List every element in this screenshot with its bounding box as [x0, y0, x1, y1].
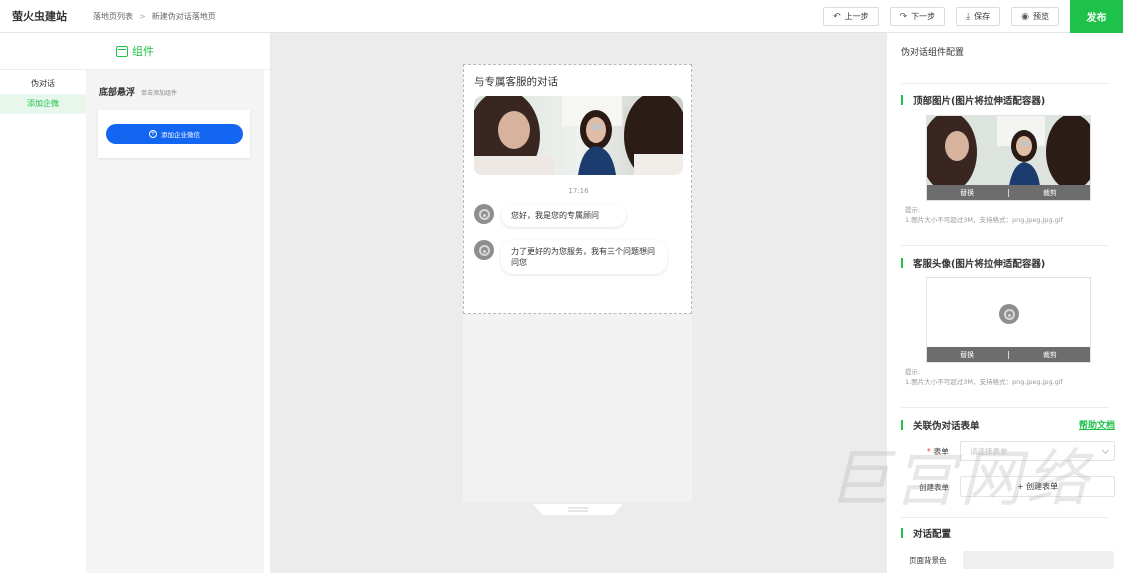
crop-avatar-button[interactable]: 裁剪 — [1010, 350, 1090, 360]
save-label: 保存 — [974, 12, 991, 21]
chat-message[interactable]: 力了更好的为您服务，我有三个问题想问问您 — [474, 240, 667, 274]
section-marker — [901, 258, 903, 268]
redo-label: 下一步 — [911, 12, 936, 21]
hint-title: 提示: — [905, 368, 921, 376]
crop-image-button[interactable]: 裁剪 — [1010, 188, 1090, 198]
divider — [901, 517, 1109, 518]
message-bubble: 您好，我是您的专属顾问 — [501, 204, 626, 227]
component-panel: 组件 伪对话 添加企微 底部悬浮 单击添加组件 + 添加企业微信 — [0, 33, 270, 573]
breadcrumb-item-list[interactable]: 落地页列表 — [93, 11, 133, 22]
bg-color-picker[interactable] — [963, 551, 1114, 569]
avatar-placeholder-icon — [478, 244, 490, 256]
image-actions-bar: 替换 | 裁剪 — [927, 347, 1090, 362]
form-label-text: 表单 — [933, 447, 949, 456]
category-list: 伪对话 添加企微 — [0, 70, 86, 573]
publish-button[interactable]: 发布 — [1070, 0, 1123, 33]
add-wecom-button[interactable]: + 添加企业微信 — [106, 124, 243, 144]
component-section-title: 底部悬浮 单击添加组件 — [99, 85, 264, 98]
divider — [901, 407, 1109, 408]
form-select-placeholder: 请选择表单 — [970, 446, 1008, 456]
undo-button[interactable]: ↶ 上一步 — [823, 7, 879, 26]
office-photo-image — [474, 96, 683, 175]
redo-button[interactable]: ↷ 下一步 — [889, 7, 946, 26]
section-title-top-image: 顶部图片(图片将拉伸适配容器) — [901, 93, 1045, 107]
avatar-placeholder-icon — [1003, 308, 1015, 320]
replace-image-button[interactable]: 替换 — [927, 188, 1007, 198]
section-subtitle: 单击添加组件 — [141, 90, 178, 97]
avatar-preview — [999, 304, 1019, 324]
form-select[interactable]: 请选择表单 — [960, 441, 1115, 461]
redo-icon: ↷ — [899, 11, 908, 22]
breadcrumb: 落地页列表 > 新建伪对话落地页 — [93, 11, 216, 22]
breadcrumb-separator: > — [139, 11, 146, 21]
download-icon: ⤓ — [966, 11, 971, 22]
agent-avatar — [474, 204, 494, 224]
breadcrumb-item-current: 新建伪对话落地页 — [151, 11, 216, 21]
eye-icon: ◉ — [1021, 11, 1029, 22]
top-image-hint: 提示: 1.图片大小不可超过3M，支持格式：png,jpeg,jpg,gif — [905, 205, 1063, 225]
save-button[interactable]: ⤓ 保存 — [956, 7, 1001, 26]
undo-label: 上一步 — [844, 12, 869, 21]
component-panel-title: 组件 — [132, 45, 154, 58]
hint-title: 提示: — [905, 206, 921, 214]
editor-canvas: 与专属客服的对话 17:16 您好，我是您的专属顾问 力了更好的为您服务，我有三… — [463, 64, 692, 515]
section-title-text: 顶部图片(图片将拉伸适配容器) — [913, 96, 1046, 107]
toolbar: ↶ 上一步 ↷ 下一步 ⤓ 保存 ◉ 预览 发布 — [823, 0, 1123, 33]
section-title-avatar: 客服头像(图片将拉伸适配容器) — [901, 256, 1045, 270]
message-bubble: 力了更好的为您服务，我有三个问题想问问您 — [501, 240, 667, 274]
chat-message[interactable]: 您好，我是您的专属顾问 — [474, 204, 626, 227]
component-icon — [116, 45, 128, 57]
create-form-button[interactable]: + 创建表单 — [960, 476, 1115, 497]
required-mark: * — [927, 447, 931, 456]
help-docs-link[interactable]: 帮助文档 — [1079, 418, 1115, 431]
config-panel-title: 伪对话组件配置 — [901, 48, 965, 58]
hint-text: 1.图片大小不可超过3M，支持格式：png,jpeg,jpg,gif — [905, 216, 1063, 224]
form-field-label: * 表单 — [927, 446, 949, 457]
hint-text: 1.图片大小不可超过3M，支持格式：png,jpeg,jpg,gif — [905, 378, 1063, 386]
divider — [901, 83, 1109, 84]
chat-title: 与专属客服的对话 — [474, 76, 558, 88]
undo-icon: ↶ — [833, 11, 841, 22]
fake-dialog-component[interactable]: 与专属客服的对话 17:16 您好，我是您的专属顾问 力了更好的为您服务，我有三… — [463, 64, 692, 314]
message-timestamp: 17:16 — [568, 187, 589, 195]
component-card-add-wecom[interactable]: + 添加企业微信 — [98, 110, 250, 158]
panel-scrollbar[interactable] — [264, 70, 270, 573]
plus-circle-icon: + — [149, 130, 157, 138]
preview-button[interactable]: ◉ 预览 — [1011, 7, 1059, 26]
avatar-hint: 提示: 1.图片大小不可超过3M，支持格式：png,jpeg,jpg,gif — [905, 367, 1063, 387]
brand-logo[interactable]: 萤火虫建站 — [12, 8, 67, 24]
create-form-label: 创建表单 — [919, 483, 949, 492]
divider — [901, 245, 1109, 246]
section-title-form: 关联伪对话表单 — [901, 418, 980, 432]
section-marker — [901, 528, 903, 538]
top-image[interactable] — [474, 96, 683, 175]
image-actions-bar: 替换 | 裁剪 — [927, 185, 1090, 200]
preview-label: 预览 — [1033, 12, 1049, 21]
section-title-text: 对话配置 — [913, 529, 952, 540]
section-title-text: 底部悬浮 — [99, 88, 136, 98]
avatar-placeholder-icon — [478, 208, 490, 220]
bg-color-label: 页面背景色 — [909, 556, 947, 565]
section-marker — [901, 420, 903, 430]
add-wecom-label: 添加企业微信 — [161, 131, 200, 139]
section-marker — [901, 95, 903, 105]
chevron-down-icon — [1101, 446, 1110, 455]
replace-avatar-button[interactable]: 替换 — [927, 350, 1007, 360]
section-title-text: 客服头像(图片将拉伸适配容器) — [913, 259, 1046, 270]
component-panel-header: 组件 — [0, 33, 270, 70]
avatar-uploader[interactable]: 替换 | 裁剪 — [926, 277, 1091, 363]
category-item-add-wecom[interactable]: 添加企微 — [0, 94, 86, 114]
category-item-fake-dialog[interactable]: 伪对话 — [0, 74, 86, 94]
top-image-uploader[interactable]: 替换 | 裁剪 — [926, 115, 1091, 201]
section-title-dialog: 对话配置 — [901, 526, 951, 540]
resize-handle-icon[interactable] — [533, 504, 623, 515]
section-title-text: 关联伪对话表单 — [913, 421, 980, 432]
component-list: 底部悬浮 单击添加组件 + 添加企业微信 — [86, 70, 264, 573]
top-bar: 萤火虫建站 落地页列表 > 新建伪对话落地页 ↶ 上一步 ↷ 下一步 ⤓ 保存 … — [0, 0, 1123, 33]
config-panel: 伪对话组件配置 顶部图片(图片将拉伸适配容器) 替换 | 裁剪 提示: 1.图片… — [887, 33, 1123, 573]
agent-avatar — [474, 240, 494, 260]
